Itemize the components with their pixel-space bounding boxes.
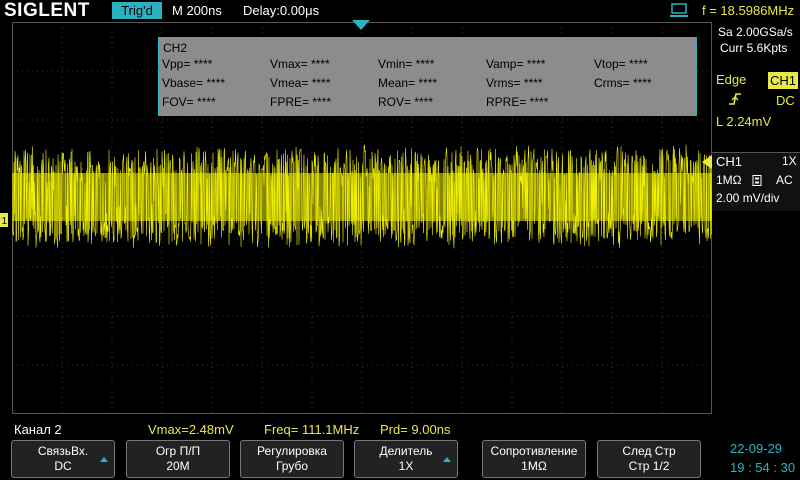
channel1-probe-ratio: 1X (782, 154, 797, 168)
softkey-label: Сопротивление (490, 444, 578, 458)
meas-rpre: RPRE= **** (486, 95, 549, 109)
softkey-label: Регулировка (257, 444, 327, 458)
meas-vtop: Vtop= **** (594, 57, 648, 71)
measure-vmax: Vmax=2.48mV (148, 422, 234, 437)
timebase-readout[interactable]: M 200ns (172, 0, 222, 22)
channel1-vertical-scale: 2.00 mV/div (716, 191, 780, 205)
trigger-coupling-label: DC (776, 93, 795, 108)
computer-connection-icon (670, 3, 688, 17)
trigger-type-label: Edge (716, 72, 747, 87)
softkey-impedance[interactable]: Сопротивление 1MΩ (482, 440, 586, 478)
measure-frequency: Freq= 111.1MHz (264, 422, 360, 437)
meas-fov: FOV= **** (162, 95, 216, 109)
softkey-label: Делитель (379, 444, 433, 458)
brand-logo: SIGLENT (4, 0, 90, 21)
softkey-coupling[interactable]: СвязьВх. DC (11, 440, 115, 478)
softkey-next-page[interactable]: След Стр Стр 1/2 (597, 440, 701, 478)
softkey-arrow-icon (443, 457, 451, 462)
rising-edge-icon (729, 93, 741, 105)
softkey-value: 1X (398, 459, 414, 473)
channel1-impedance: 1MΩ (716, 173, 742, 187)
meas-rov: ROV= **** (378, 95, 434, 109)
meas-vamp: Vamp= **** (486, 57, 546, 71)
softkey-arrow-icon (100, 457, 108, 462)
meas-vrms: Vrms= **** (486, 76, 543, 90)
softkey-value: 20M (166, 459, 190, 473)
channel1-coupling: AC (776, 173, 793, 187)
meas-fpre: FPRE= **** (270, 95, 332, 109)
channel1-name: CH1 (716, 154, 743, 169)
meas-mean: Mean= **** (378, 76, 438, 90)
softkey-value: DC (54, 459, 72, 473)
frequency-counter: f = 18.5986MHz (702, 3, 795, 18)
meas-vbase: Vbase= **** (162, 76, 226, 90)
softkey-probe[interactable]: Делитель 1X (354, 440, 458, 478)
time-readout: 19 : 54 : 30 (730, 460, 796, 475)
delay-readout[interactable]: Delay:0.00μs (243, 0, 319, 22)
softkey-value: 1MΩ (521, 459, 547, 473)
memory-depth-readout: Curr 5.6Kpts (720, 41, 788, 55)
meas-vmax: Vmax= **** (270, 57, 330, 71)
softkey-value: Грубо (275, 459, 309, 473)
softkey-label: Огр П/П (155, 444, 201, 458)
meas-vmin: Vmin= **** (378, 57, 435, 71)
meas-crms: Crms= **** (594, 76, 652, 90)
bandwidth-limit-icon (752, 175, 762, 186)
trigger-status-badge: Trig'd (112, 2, 162, 19)
svg-text:1: 1 (2, 216, 8, 227)
menu-title: Канал 2 (14, 422, 62, 437)
softkey-bandwidth-limit[interactable]: Огр П/П 20M (126, 440, 230, 478)
channel1-indicator-arrow (702, 155, 712, 169)
measure-period: Prd= 9.00ns (380, 422, 451, 437)
softkey-label: След Стр (622, 444, 676, 458)
measurement-popup: CH2 Vpp= **** Vmax= **** Vmin= **** Vamp… (158, 37, 697, 116)
measurement-popup-title: CH2 (163, 41, 188, 55)
meas-vpp: Vpp= **** (162, 57, 213, 71)
sample-rate-readout: Sa 2.00GSa/s (718, 25, 793, 39)
meas-vmea: Vmea= **** (270, 76, 331, 90)
trigger-level-readout: L 2.24mV (716, 114, 772, 129)
trace-dense-band (12, 173, 712, 221)
date-readout: 22-09-29 (730, 441, 783, 456)
trigger-source-badge: CH1 (768, 72, 798, 89)
softkey-value: Стр 1/2 (628, 459, 670, 473)
softkey-label: СвязьВх. (37, 444, 89, 458)
channel1-offset-marker[interactable]: 1 (0, 213, 10, 227)
trigger-position-marker[interactable] (352, 20, 370, 30)
softkey-adjust[interactable]: Регулировка Грубо (240, 440, 344, 478)
